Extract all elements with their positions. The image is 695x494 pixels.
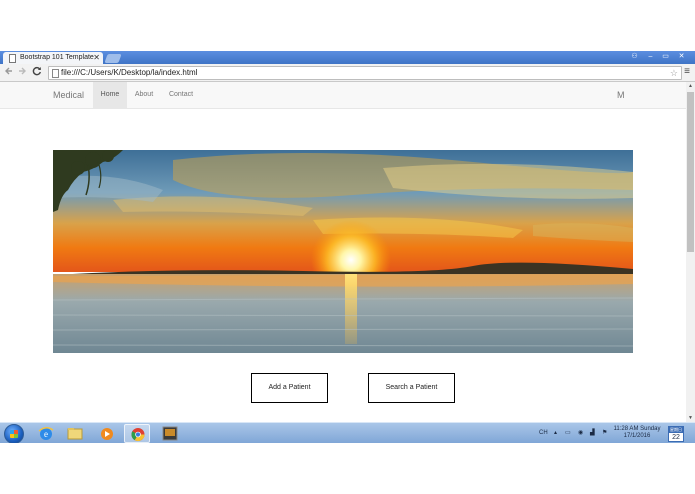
calendar-day: 22	[672, 434, 680, 441]
sunset-over-lake-image	[53, 150, 633, 353]
minimize-button[interactable]: –	[644, 51, 657, 62]
reload-icon	[32, 67, 41, 76]
close-window-button[interactable]: ✕	[675, 51, 688, 62]
clock-time: 11:28 AM Sunday	[613, 426, 661, 432]
flag-icon[interactable]: ⚑	[602, 423, 607, 443]
start-button[interactable]	[4, 424, 24, 443]
clock-date: 17/1/2016	[623, 433, 651, 439]
browser-tab[interactable]: Bootstrap 101 Template ✕	[3, 52, 103, 64]
signal-icon[interactable]: ▟	[590, 423, 595, 443]
profile-icon[interactable]: ⚇	[628, 51, 641, 62]
page-scrollbar[interactable]: ▲ ▼	[686, 82, 695, 422]
system-clock[interactable]: 11:28 AM Sunday 17/1/2016	[612, 426, 662, 440]
address-bar[interactable]: file:///C:/Users/K/Desktop/la/index.html…	[48, 66, 682, 80]
calendar-icon[interactable]: 星期日 22	[668, 426, 684, 442]
page-icon	[9, 54, 16, 63]
arrow-right-icon	[19, 67, 26, 75]
navbar-brand[interactable]: Medical	[53, 82, 84, 108]
hero-image	[53, 150, 633, 353]
app-glyph	[162, 426, 178, 441]
forward-button[interactable]	[16, 66, 28, 78]
tab-title: Bootstrap 101 Template	[20, 54, 94, 61]
browser-tab-strip: Bootstrap 101 Template ✕ ⚇ – ▭ ✕	[0, 51, 695, 64]
nav-about[interactable]: About	[128, 82, 160, 108]
navbar: Medical Home About Contact M	[0, 82, 686, 109]
web-page: Medical Home About Contact M Add a Patie…	[0, 82, 686, 422]
tab-close-icon[interactable]: ✕	[93, 52, 100, 64]
scroll-down-icon[interactable]: ▼	[686, 414, 695, 422]
star-icon[interactable]: ☆	[670, 67, 678, 79]
svg-text:e: e	[44, 429, 48, 439]
scrollbar-thumb[interactable]	[687, 92, 694, 252]
search-patient-button[interactable]: Search a Patient	[368, 373, 455, 403]
arrow-up-icon[interactable]: ▴	[554, 423, 557, 443]
nav-contact[interactable]: Contact	[163, 82, 199, 108]
volume-icon[interactable]: ◉	[578, 423, 583, 443]
windows-logo-icon	[10, 430, 18, 438]
network-icon[interactable]: ▭	[565, 423, 571, 443]
language-indicator[interactable]: CH	[539, 423, 548, 443]
maximize-button[interactable]: ▭	[659, 51, 672, 62]
file-explorer-icon[interactable]	[62, 424, 88, 443]
navbar-right-link[interactable]: M	[617, 82, 625, 108]
screen: Bootstrap 101 Template ✕ ⚇ – ▭ ✕ file://…	[0, 51, 695, 443]
url-text: file:///C:/Users/K/Desktop/la/index.html	[61, 68, 198, 77]
menu-icon[interactable]: ≡	[682, 66, 692, 78]
windows-taskbar: e CH ▴ ▭ ◉ ▟ ⚑ 11:28 AM Sunday 17/1/2016…	[0, 422, 695, 443]
back-button[interactable]	[3, 66, 15, 78]
internet-explorer-icon[interactable]: e	[33, 424, 59, 443]
chrome-icon[interactable]	[124, 424, 150, 443]
reload-button[interactable]	[31, 66, 43, 78]
scroll-up-icon[interactable]: ▲	[686, 82, 695, 90]
chrome-glyph	[131, 428, 145, 441]
app-icon[interactable]	[157, 424, 183, 443]
arrow-left-icon	[5, 67, 12, 75]
nav-home[interactable]: Home	[93, 82, 127, 108]
media-glyph	[101, 428, 113, 440]
folder-glyph	[67, 428, 83, 440]
file-icon	[52, 69, 59, 78]
ie-glyph: e	[38, 427, 54, 440]
add-patient-button[interactable]: Add a Patient	[251, 373, 328, 403]
new-tab-button[interactable]	[104, 54, 122, 63]
media-player-icon[interactable]	[94, 424, 120, 443]
browser-toolbar: file:///C:/Users/K/Desktop/la/index.html…	[0, 64, 695, 82]
